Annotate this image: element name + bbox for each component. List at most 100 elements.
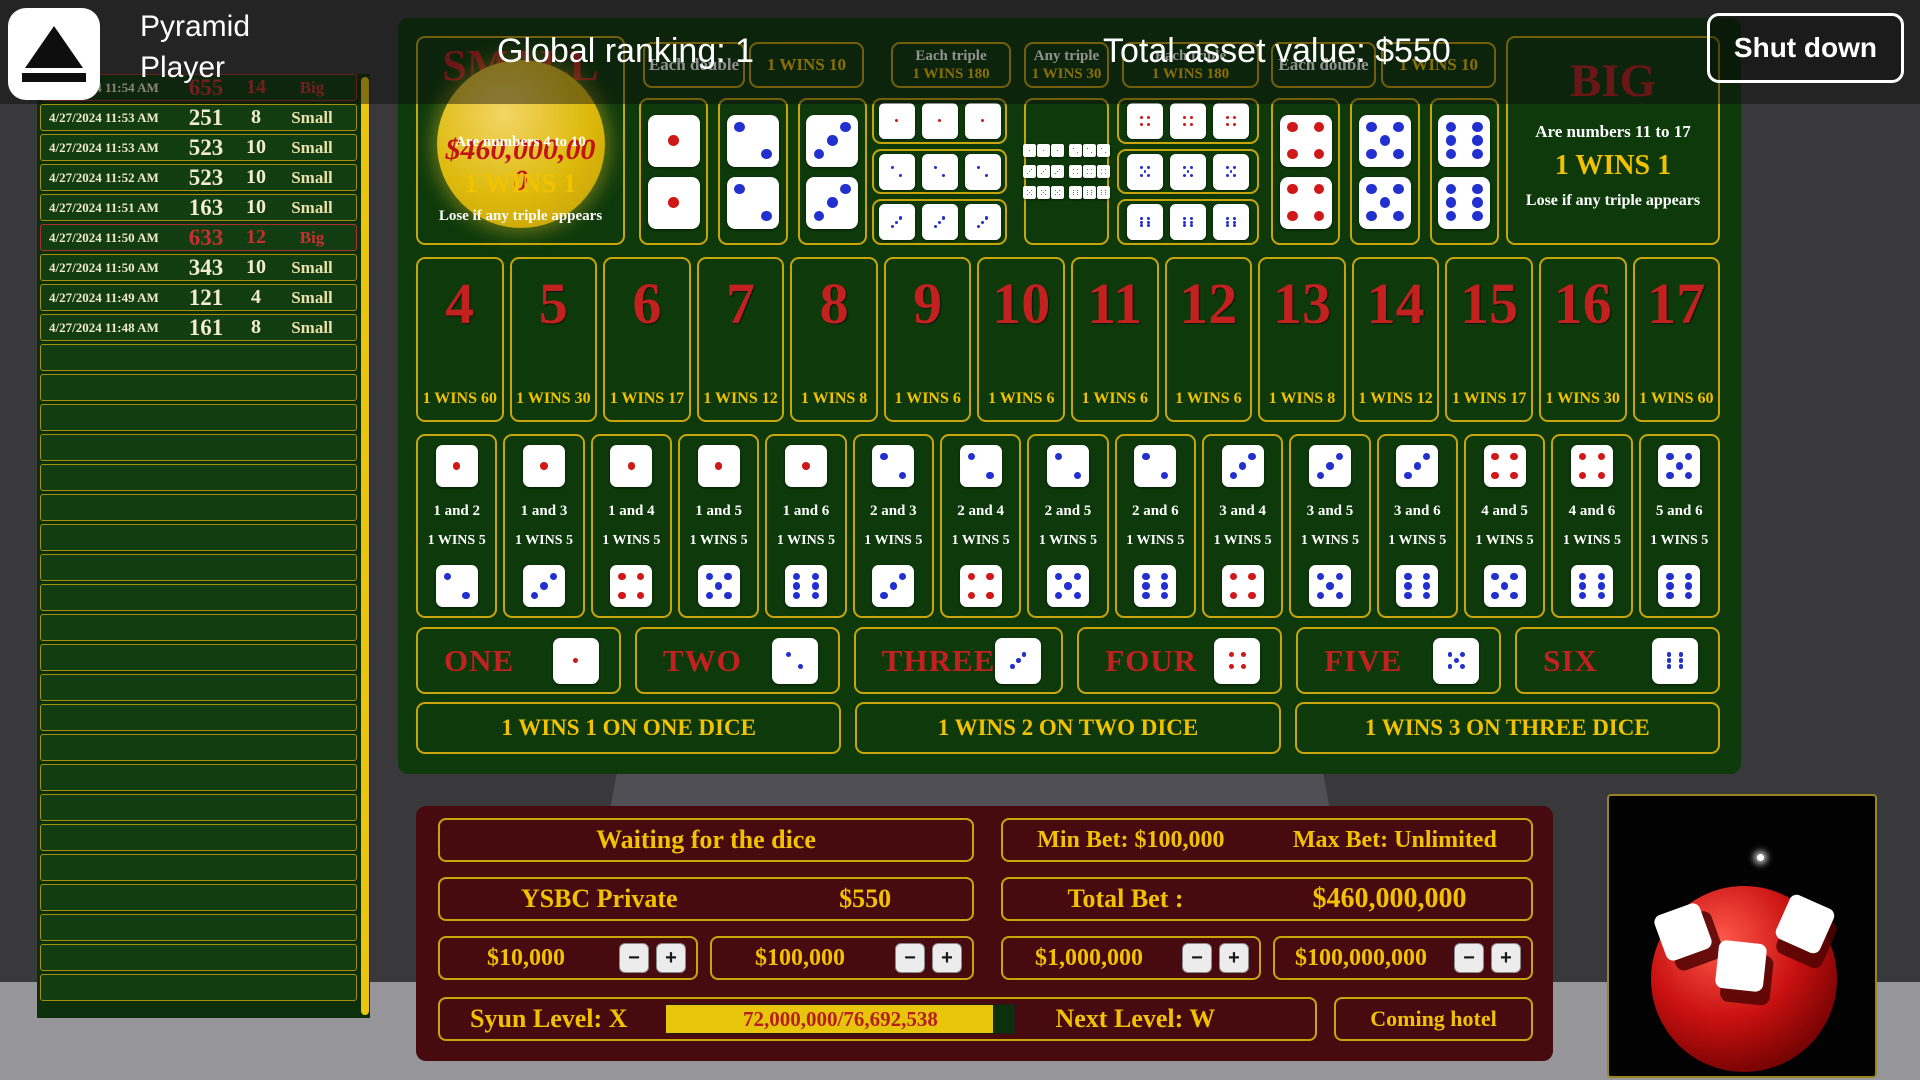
- bet-pair-2-6[interactable]: 2 and 6 1 WINS 5: [1114, 434, 1196, 618]
- history-row[interactable]: 4/27/2024 11:48 AM 161 8 Small: [40, 314, 357, 341]
- die-face-3: [995, 637, 1042, 684]
- bet-single-2[interactable]: TWO: [634, 627, 840, 694]
- chip-plus-button[interactable]: +: [1491, 943, 1521, 973]
- bet-total-8[interactable]: 8 1 WINS 8: [790, 257, 878, 422]
- chip-plus-button[interactable]: +: [1219, 943, 1249, 973]
- chip-minus-button[interactable]: −: [1182, 943, 1212, 973]
- bet-pair-1-3[interactable]: 1 and 3 1 WINS 5: [503, 434, 585, 618]
- bet-pair-3-5[interactable]: 3 and 5 1 WINS 5: [1289, 434, 1371, 618]
- bet-double-5[interactable]: [1350, 98, 1420, 245]
- chip-plus-button[interactable]: +: [932, 943, 962, 973]
- history-row[interactable]: 4/27/2024 11:52 AM 523 10 Small: [40, 164, 357, 191]
- bet-total-12[interactable]: 12 1 WINS 6: [1164, 257, 1253, 422]
- die-face-5: [1051, 186, 1064, 199]
- pair-odds: 1 WINS 5: [1300, 533, 1359, 549]
- bet-single-1[interactable]: ONE: [416, 627, 621, 694]
- bet-pair-5-6[interactable]: 5 and 6 1 WINS 5: [1638, 434, 1720, 618]
- pair-odds: 1 WINS 5: [776, 533, 836, 549]
- die-face-5: [697, 564, 740, 607]
- bet-total-4[interactable]: 4 1 WINS 60: [416, 257, 504, 422]
- bet-total-14[interactable]: 14 1 WINS 12: [1351, 257, 1440, 422]
- bet-total-6[interactable]: 6 1 WINS 17: [603, 257, 691, 422]
- bet-triple-1[interactable]: [872, 98, 1007, 144]
- coming-hotel-button[interactable]: Coming hotel: [1334, 997, 1533, 1041]
- history-size: Small: [291, 257, 333, 277]
- die-face-4: [1069, 165, 1082, 178]
- die-face-6: [1097, 186, 1110, 199]
- bet-single-4[interactable]: FOUR: [1077, 627, 1283, 694]
- history-row-empty: [40, 584, 357, 611]
- bet-double-3[interactable]: [797, 98, 867, 245]
- bet-pair-1-2[interactable]: 1 and 2 1 WINS 5: [416, 434, 498, 618]
- bet-pair-4-5[interactable]: 4 and 5 1 WINS 5: [1463, 434, 1546, 618]
- history-row[interactable]: 4/27/2024 11:49 AM 121 4 Small: [40, 284, 357, 311]
- bet-single-5[interactable]: FIVE: [1296, 627, 1502, 694]
- bet-any-triple[interactable]: [1023, 98, 1110, 245]
- bet-pair-1-6[interactable]: 1 and 6 1 WINS 5: [765, 434, 847, 618]
- total-number: 10: [992, 271, 1051, 336]
- bet-double-6[interactable]: [1429, 98, 1499, 245]
- total-odds: 1 WINS 8: [800, 390, 868, 407]
- history-dice: 251: [188, 104, 224, 130]
- bet-triple-4[interactable]: [1117, 98, 1259, 144]
- chip-plus-button[interactable]: +: [656, 943, 686, 973]
- bet-double-2[interactable]: [718, 98, 788, 245]
- payout-note-2: 1 WINS 2 ON TWO DICE: [855, 702, 1281, 754]
- bet-pair-3-4[interactable]: 3 and 4 1 WINS 5: [1201, 434, 1284, 618]
- history-row[interactable]: 4/27/2024 11:50 AM 343 10 Small: [40, 254, 357, 281]
- total-bet-value: $460,000,000: [1312, 883, 1467, 914]
- history-row-empty: [40, 974, 357, 1001]
- die-face-3: [1396, 445, 1439, 487]
- history-total: 4: [251, 286, 261, 308]
- bet-triple-3[interactable]: [872, 199, 1007, 246]
- bet-pair-2-5[interactable]: 2 and 5 1 WINS 5: [1027, 434, 1109, 618]
- bet-single-3[interactable]: THREE: [853, 627, 1064, 694]
- history-total: 10: [246, 256, 266, 278]
- chip-minus-button[interactable]: −: [1454, 943, 1484, 973]
- bet-total-10[interactable]: 10 1 WINS 6: [977, 257, 1066, 422]
- bet-total-5[interactable]: 5 1 WINS 30: [509, 257, 598, 422]
- history-row[interactable]: 4/27/2024 11:53 AM 251 8 Small: [40, 104, 357, 131]
- shutdown-button[interactable]: Shut down: [1706, 13, 1904, 83]
- pair-odds: 1 WINS 5: [602, 533, 661, 549]
- bet-total-16[interactable]: 16 1 WINS 30: [1538, 257, 1627, 422]
- bet-triple-2[interactable]: [872, 148, 1007, 195]
- bet-total-7[interactable]: 7 1 WINS 12: [696, 257, 785, 422]
- bet-pair-4-6[interactable]: 4 and 6 1 WINS 5: [1551, 434, 1633, 618]
- bet-total-9[interactable]: 9 1 WINS 6: [883, 257, 972, 422]
- bet-total-17[interactable]: 17 1 WINS 60: [1632, 257, 1721, 422]
- bet-pair-2-4[interactable]: 2 and 4 1 WINS 5: [939, 434, 1022, 618]
- bet-total-15[interactable]: 15 1 WINS 17: [1445, 257, 1533, 422]
- pyramid-icon: [25, 26, 83, 68]
- history-row[interactable]: 4/27/2024 11:53 AM 523 10 Small: [40, 134, 357, 161]
- pair-odds: 1 WINS 5: [1038, 533, 1097, 549]
- total-number: 14: [1366, 271, 1425, 336]
- die-face-5: [1023, 186, 1036, 199]
- bet-pair-3-6[interactable]: 3 and 6 1 WINS 5: [1376, 434, 1458, 618]
- die-face-5: [1127, 153, 1163, 190]
- chip-minus-button[interactable]: −: [619, 943, 649, 973]
- chip-minus-button[interactable]: −: [895, 943, 925, 973]
- history-list: 4/27/2024 11:54 AM 655 14 Big 4/27/2024 11:5…: [40, 74, 357, 1004]
- app-logo[interactable]: [8, 8, 100, 100]
- bet-pair-1-5[interactable]: 1 and 5 1 WINS 5: [677, 434, 760, 618]
- die-face-4: [1221, 564, 1264, 607]
- pair-label: 5 and 6: [1655, 502, 1703, 519]
- history-scrollbar[interactable]: [361, 77, 369, 1015]
- bet-single-6[interactable]: SIX: [1515, 627, 1720, 694]
- bet-triple-5[interactable]: [1117, 148, 1259, 195]
- bet-triple-6[interactable]: [1117, 199, 1259, 246]
- bet-pair-1-4[interactable]: 1 and 4 1 WINS 5: [590, 434, 672, 618]
- die-face-3: [1037, 165, 1050, 178]
- history-row[interactable]: 4/27/2024 11:51 AM 163 10 Small: [40, 194, 357, 221]
- bet-total-11[interactable]: 11 1 WINS 6: [1071, 257, 1159, 422]
- pair-label: 3 and 6: [1393, 502, 1441, 519]
- bet-double-1[interactable]: [639, 98, 709, 245]
- bet-total-13[interactable]: 13 1 WINS 8: [1258, 257, 1346, 422]
- history-row[interactable]: 4/27/2024 11:50 AM 633 12 Big: [40, 224, 357, 251]
- bet-double-4[interactable]: [1271, 98, 1341, 245]
- chip-value: $100,000,000: [1295, 944, 1427, 971]
- bet-pair-2-3[interactable]: 2 and 3 1 WINS 5: [852, 434, 934, 618]
- balance-value: $550: [839, 884, 892, 913]
- die-face-6: [1127, 204, 1163, 241]
